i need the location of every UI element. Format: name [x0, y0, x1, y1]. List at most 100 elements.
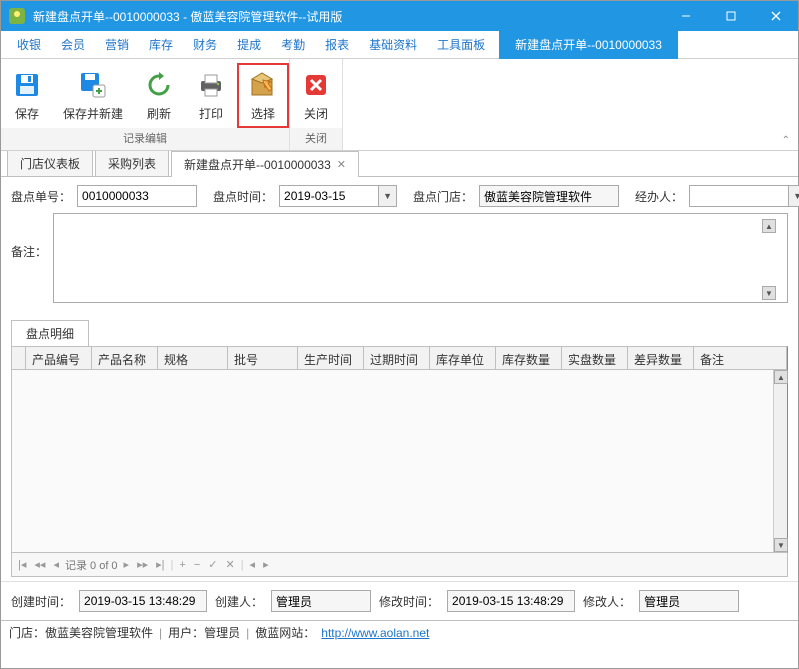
- pg-right-icon[interactable]: ▸: [261, 558, 271, 571]
- select-button[interactable]: 选择: [237, 63, 289, 128]
- create-time-input: [79, 590, 207, 612]
- maximize-button[interactable]: [708, 1, 753, 31]
- col-diff-qty[interactable]: 差异数量: [628, 347, 694, 369]
- pg-first-icon[interactable]: |◂: [16, 558, 28, 571]
- close-icon: [300, 69, 332, 101]
- print-button[interactable]: 打印: [185, 63, 237, 128]
- form-area: 盘点单号： 盘点时间： ▼ 盘点门店： 经办人： ▼ 备注： ▲ ▼: [1, 177, 798, 320]
- save-button[interactable]: 保存: [1, 63, 53, 128]
- pg-prev-icon[interactable]: ◂: [51, 558, 61, 571]
- pg-remove-icon[interactable]: −: [192, 559, 202, 571]
- col-stock-qty[interactable]: 库存数量: [496, 347, 562, 369]
- titlebar: 新建盘点开单--0010000033 - 傲蓝美容院管理软件--试用版: [1, 1, 798, 31]
- operator-input[interactable]: [689, 185, 789, 207]
- modifier-label: 修改人：: [583, 593, 631, 610]
- ribbon-collapse-icon[interactable]: ⌃: [782, 135, 790, 146]
- tab-dashboard[interactable]: 门店仪表板: [7, 150, 93, 176]
- operator-picker[interactable]: ▼: [689, 185, 799, 207]
- time-drop-icon[interactable]: ▼: [379, 185, 397, 207]
- remarks-input[interactable]: [53, 213, 788, 303]
- time-input[interactable]: [279, 185, 379, 207]
- tab-purchase-list[interactable]: 采购列表: [95, 150, 169, 176]
- remarks-scrollbar[interactable]: ▲ ▼: [762, 219, 776, 300]
- tab-dashboard-label: 门店仪表板: [20, 155, 80, 172]
- save-new-button[interactable]: 保存并新建: [53, 63, 133, 128]
- remarks-label: 备注：: [11, 213, 47, 260]
- grid-header: 产品编号 产品名称 规格 批号 生产时间 过期时间 库存单位 库存数量 实盘数量…: [12, 347, 787, 370]
- grid-vscroll[interactable]: ▲ ▼: [773, 370, 787, 552]
- pg-cancel-icon[interactable]: ✕: [223, 558, 236, 571]
- store-label: 盘点门店：: [413, 188, 473, 205]
- print-label: 打印: [199, 105, 223, 122]
- grid-scroll-down-icon[interactable]: ▼: [774, 538, 788, 552]
- col-spec[interactable]: 规格: [158, 347, 228, 369]
- create-time-label: 创建时间：: [11, 593, 71, 610]
- footer-fields: 创建时间： 创建人： 修改时间： 修改人：: [1, 581, 798, 620]
- statusbar: 门店：傲蓝美容院管理软件 | 用户：管理员 | 傲蓝网站： http://www…: [1, 620, 798, 644]
- menu-cashier[interactable]: 收银: [7, 32, 51, 57]
- status-user: 用户：管理员: [168, 624, 240, 641]
- status-store: 门店：傲蓝美容院管理软件: [9, 624, 153, 641]
- tab-stocktake-label: 新建盘点开单--0010000033: [184, 156, 331, 173]
- pg-next-icon[interactable]: ▸: [122, 558, 132, 571]
- time-label: 盘点时间：: [213, 188, 273, 205]
- close-label: 关闭: [304, 105, 328, 122]
- grid-row-selector: [12, 347, 26, 369]
- refresh-icon: [143, 69, 175, 101]
- menu-basedata[interactable]: 基础资料: [359, 32, 427, 57]
- menu-finance[interactable]: 财务: [183, 32, 227, 57]
- col-expire-date[interactable]: 过期时间: [364, 347, 430, 369]
- menu-tools[interactable]: 工具面板: [427, 32, 495, 57]
- select-label: 选择: [251, 105, 275, 122]
- col-product-name[interactable]: 产品名称: [92, 347, 158, 369]
- app-icon: [9, 8, 25, 24]
- pg-last-icon[interactable]: ▸|: [154, 558, 166, 571]
- menu-attendance[interactable]: 考勤: [271, 32, 315, 57]
- window-title: 新建盘点开单--0010000033 - 傲蓝美容院管理软件--试用版: [33, 8, 342, 25]
- menu-report[interactable]: 报表: [315, 32, 359, 57]
- tab-stocktake[interactable]: 新建盘点开单--0010000033 ✕: [171, 151, 359, 177]
- menu-commission[interactable]: 提成: [227, 32, 271, 57]
- operator-drop-icon[interactable]: ▼: [789, 185, 799, 207]
- col-actual-qty[interactable]: 实盘数量: [562, 347, 628, 369]
- print-icon: [195, 69, 227, 101]
- modifier-input: [639, 590, 739, 612]
- grid-scroll-up-icon[interactable]: ▲: [774, 370, 788, 384]
- menu-active-tab[interactable]: 新建盘点开单--0010000033: [499, 31, 678, 59]
- col-prod-date[interactable]: 生产时间: [298, 347, 364, 369]
- creator-input: [271, 590, 371, 612]
- menubar: 收银 会员 营销 库存 财务 提成 考勤 报表 基础资料 工具面板 新建盘点开单…: [1, 31, 798, 59]
- close-window-button[interactable]: [753, 1, 798, 31]
- refresh-button[interactable]: 刷新: [133, 63, 185, 128]
- col-product-code[interactable]: 产品编号: [26, 347, 92, 369]
- detail-tab[interactable]: 盘点明细: [11, 320, 89, 346]
- save-label: 保存: [15, 105, 39, 122]
- creator-label: 创建人：: [215, 593, 263, 610]
- pg-left-icon[interactable]: ◂: [248, 558, 258, 571]
- detail-tabs: 盘点明细: [1, 320, 798, 346]
- save-new-label: 保存并新建: [63, 105, 123, 122]
- pg-prevpage-icon[interactable]: ◂◂: [32, 558, 47, 571]
- scroll-up-icon[interactable]: ▲: [762, 219, 776, 233]
- col-batch[interactable]: 批号: [228, 347, 298, 369]
- close-button[interactable]: 关闭: [290, 63, 342, 128]
- pg-add-icon[interactable]: +: [177, 559, 187, 571]
- order-no-input[interactable]: [77, 185, 197, 207]
- status-site-link[interactable]: http://www.aolan.net: [321, 626, 429, 640]
- tab-close-icon[interactable]: ✕: [337, 158, 346, 171]
- menu-member[interactable]: 会员: [51, 32, 95, 57]
- pg-check-icon[interactable]: ✓: [206, 558, 219, 571]
- store-input: [479, 185, 619, 207]
- col-unit[interactable]: 库存单位: [430, 347, 496, 369]
- menu-marketing[interactable]: 营销: [95, 32, 139, 57]
- time-picker[interactable]: ▼: [279, 185, 397, 207]
- menu-inventory[interactable]: 库存: [139, 32, 183, 57]
- grid-body[interactable]: ▲ ▼: [12, 370, 787, 552]
- pg-nextpage-icon[interactable]: ▸▸: [135, 558, 150, 571]
- order-no-label: 盘点单号：: [11, 188, 71, 205]
- col-remark[interactable]: 备注: [694, 347, 787, 369]
- save-new-icon: [77, 69, 109, 101]
- minimize-button[interactable]: [663, 1, 708, 31]
- ribbon-group-close: 关闭 关闭: [290, 59, 343, 150]
- scroll-down-icon[interactable]: ▼: [762, 286, 776, 300]
